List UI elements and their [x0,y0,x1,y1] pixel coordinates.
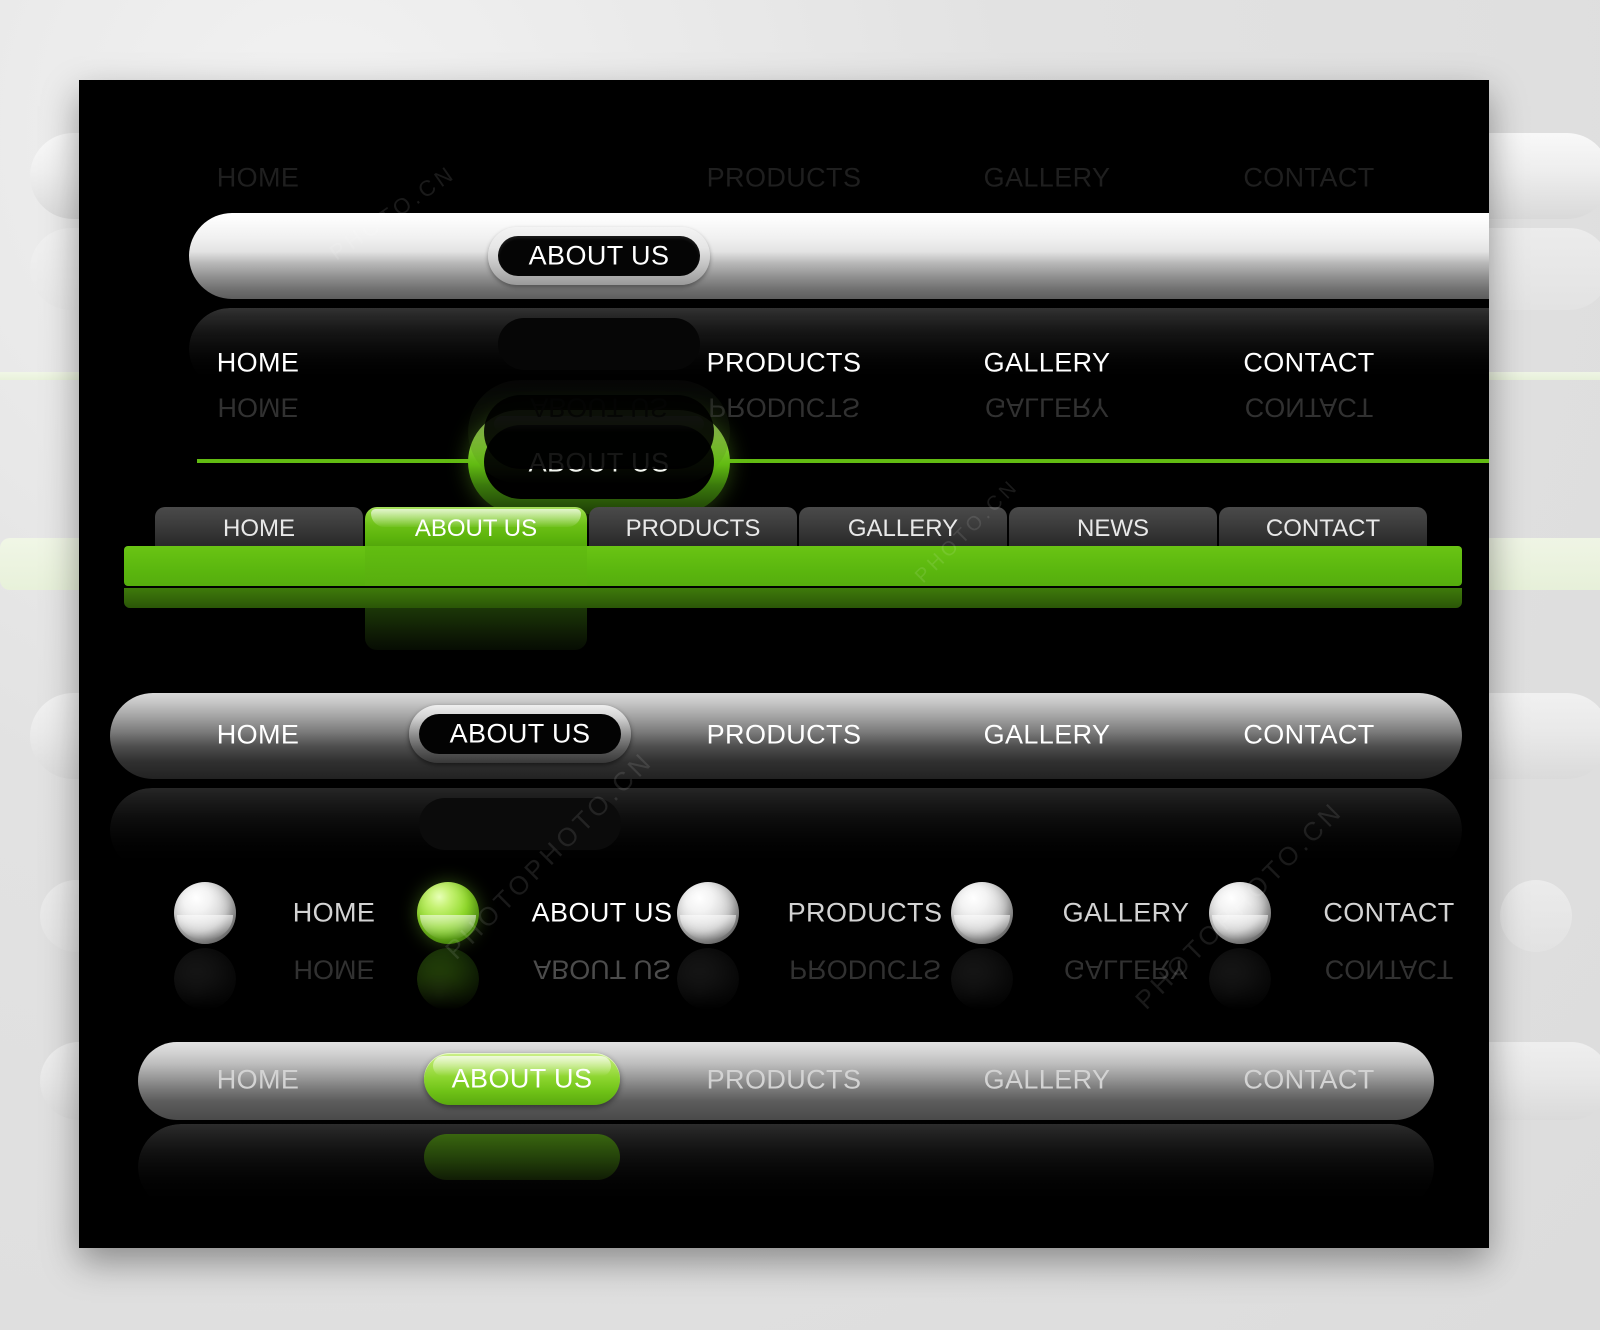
menu4-item-contact[interactable]: CONTACT [1243,720,1374,751]
menu4-reflection-bar [110,788,1462,872]
menu4-item-gallery[interactable]: GALLERY [984,720,1111,751]
menu5-reflection-sphere-about-us [417,948,479,1010]
menu5-reflection-label-home: HOME [293,954,375,985]
menu6-reflection-pill [424,1134,620,1180]
menu3-tab-products-label: PRODUCTS [625,515,761,542]
sphere-band [177,915,233,941]
menu6-item-about-us[interactable]: ABOUT US [424,1053,620,1105]
menu3-tab-gallery-label: GALLERY [847,515,959,542]
menu3-tab-news[interactable]: NEWS [1009,507,1217,551]
menu3-active-tab-drop [365,608,587,650]
canvas: HOME ABOUT US PRODUCTS GALLERY CONTACT H… [0,0,1600,1330]
menu6-item-home[interactable]: HOME [217,1065,300,1096]
sphere-icon-home [174,882,236,944]
menu2-green-underline [197,459,1489,463]
sphere-icon-products [677,882,739,944]
menu1-item-about-us[interactable]: ABOUT US [488,227,710,285]
menu5-reflection-label-about-us: ABOUT US [533,954,671,985]
menu2-item-gallery[interactable]: GALLERY [984,348,1111,379]
menu-silver-pill-bar [189,213,1489,299]
menu3-green-bar [124,546,1462,586]
menu3-green-bar-shadow [124,588,1462,608]
menu5-item-about-us-label: ABOUT US [531,897,673,928]
menu1-item-products[interactable]: PRODUCTS [707,163,862,194]
menu3-tab-products[interactable]: PRODUCTS [589,507,797,551]
sphere-icon-about-us [417,882,479,944]
menu4-reflection-pill [419,798,621,850]
menu6-item-contact[interactable]: CONTACT [1243,1065,1374,1096]
artboard-panel: HOME ABOUT US PRODUCTS GALLERY CONTACT H… [79,80,1489,1248]
ghost-ball-right [1500,880,1572,952]
menu3-active-tab-extension [365,546,587,586]
menu6-item-gallery[interactable]: GALLERY [984,1065,1111,1096]
menu1-reflection-pill [498,318,700,370]
menu5-reflection-label-contact: CONTACT [1324,954,1454,985]
sphere-band [420,915,476,941]
menu5-item-gallery-label: GALLERY [1062,897,1190,928]
sphere-icon-gallery [951,882,1013,944]
ghost-green-bar-right [1480,538,1600,590]
menu5-item-contact-label: CONTACT [1323,897,1455,928]
menu5-item-home-label: HOME [292,897,376,928]
menu1-item-contact[interactable]: CONTACT [1243,163,1374,194]
sphere-band [680,915,736,941]
menu5-reflection-label-products: PRODUCTS [789,954,941,985]
sphere-band [954,915,1010,941]
menu2-item-products[interactable]: PRODUCTS [707,348,862,379]
menu5-reflection-sphere-contact [1209,948,1271,1010]
menu3-tab-about-us-label: ABOUT US [414,515,538,542]
menu5-reflection-sphere-products [677,948,739,1010]
sphere-icon-contact [1209,882,1271,944]
menu3-tab-gallery[interactable]: GALLERY [799,507,1007,551]
menu5-item-products-label: PRODUCTS [787,897,943,928]
menu4-item-home[interactable]: HOME [217,720,300,751]
ghost-green-line-right [1480,372,1600,380]
menu3-tab-contact[interactable]: CONTACT [1219,507,1427,551]
menu1-item-gallery[interactable]: GALLERY [984,163,1111,194]
menu6-item-about-us-label: ABOUT US [451,1063,593,1094]
menu5-reflection-sphere-home [174,948,236,1010]
menu6-reflection-bar [138,1124,1434,1210]
menu3-tab-news-label: NEWS [1077,515,1149,542]
menu1-item-home[interactable]: HOME [217,163,300,194]
menu3-tab-contact-label: CONTACT [1265,515,1381,542]
menu3-tab-about-us[interactable]: ABOUT US [365,507,587,551]
menu4-item-about-us[interactable]: ABOUT US [409,705,631,763]
menu2-reflection-gallery: GALLERY [984,392,1110,423]
menu2-item-contact[interactable]: CONTACT [1243,348,1374,379]
menu5-reflection-sphere-gallery [951,948,1013,1010]
menu2-reflection-contact: CONTACT [1244,392,1374,423]
menu1-item-about-us-label: ABOUT US [528,240,670,271]
menu2-item-home[interactable]: HOME [217,348,300,379]
menu3-tab-home[interactable]: HOME [155,507,363,551]
sphere-band [1212,915,1268,941]
menu2-ring-reflection-hole [484,395,714,469]
menu2-reflection-products: PRODUCTS [708,392,860,423]
menu4-item-about-us-label: ABOUT US [449,718,591,749]
menu5-reflection-label-gallery: GALLERY [1063,954,1189,985]
menu2-reflection-home: HOME [217,392,299,423]
menu3-tab-home-label: HOME [223,515,295,542]
menu4-item-products[interactable]: PRODUCTS [707,720,862,751]
menu6-item-products[interactable]: PRODUCTS [707,1065,862,1096]
